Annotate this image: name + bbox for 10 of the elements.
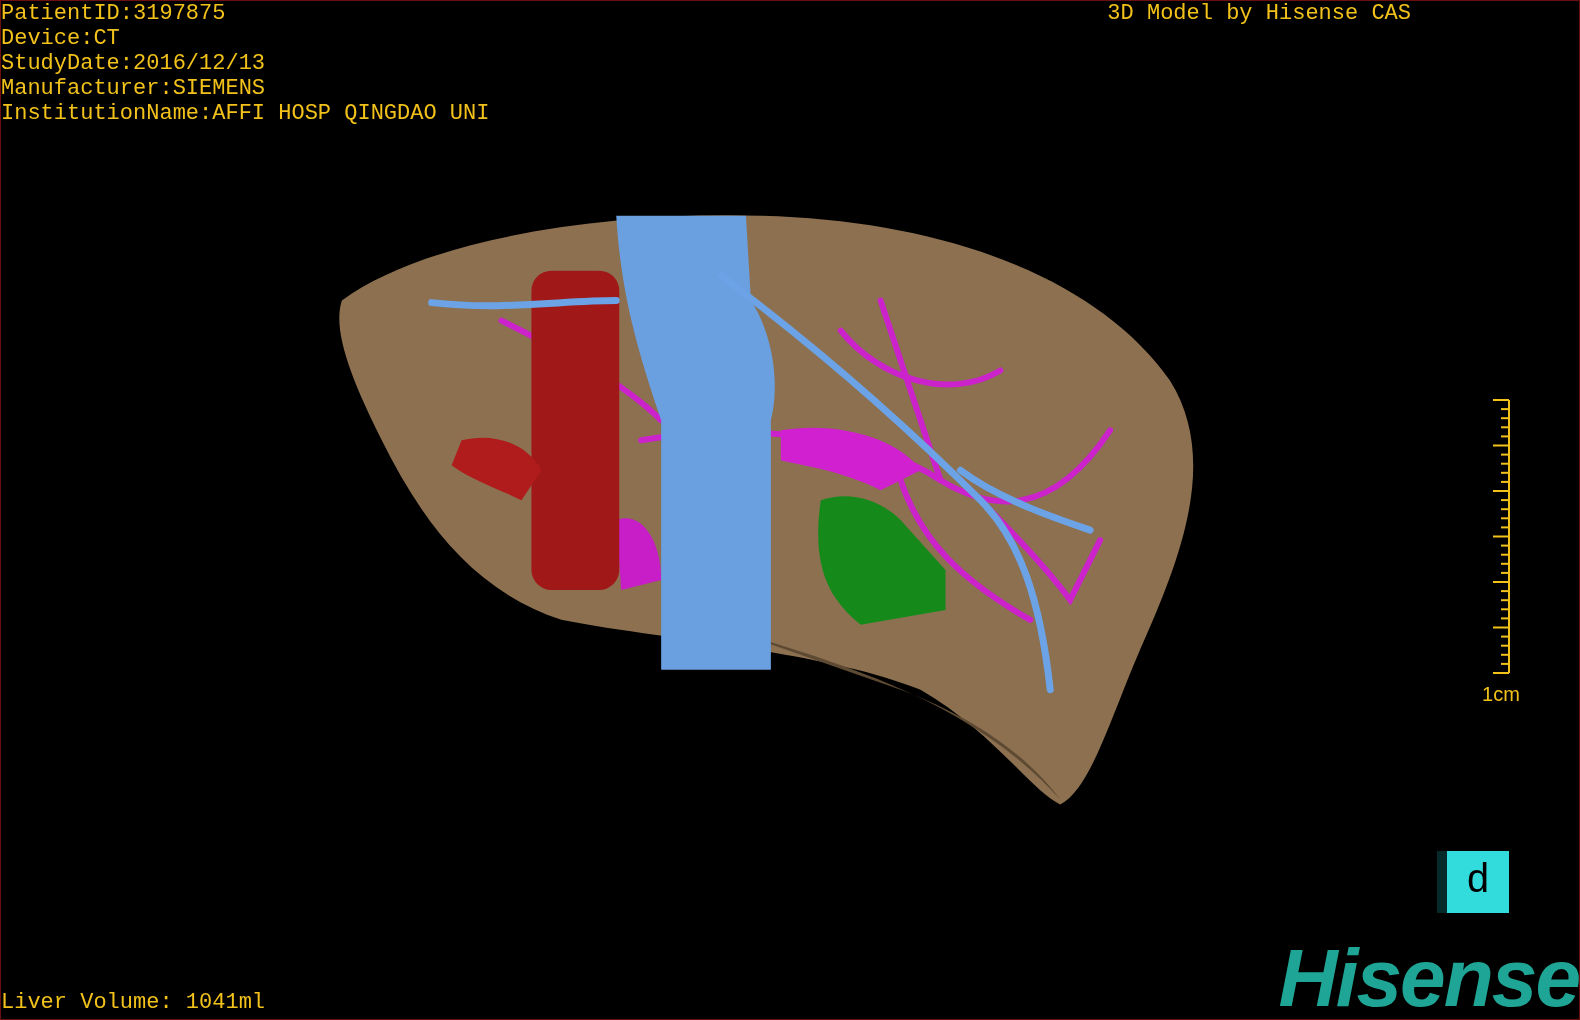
info-line: StudyDate:2016/12/13 (1, 51, 267, 76)
scale-label: 1cm (1482, 681, 1520, 707)
info-line: Device:CT (1, 26, 121, 51)
info-line: InstitutionName:AFFI HOSP QINGDAO UNI (1, 101, 490, 126)
info-line: PatientID:3197875 (1, 1, 227, 26)
orientation-cube[interactable]: d (1437, 851, 1509, 913)
viewer-title: 3D Model by Hisense CAS (1107, 1, 1412, 28)
info-line: Manufacturer:SIEMENS (1, 76, 267, 101)
liver-volume-text: Liver Volume: 1041ml (1, 990, 266, 1015)
brand-logo: Hisense (1278, 937, 1579, 1019)
